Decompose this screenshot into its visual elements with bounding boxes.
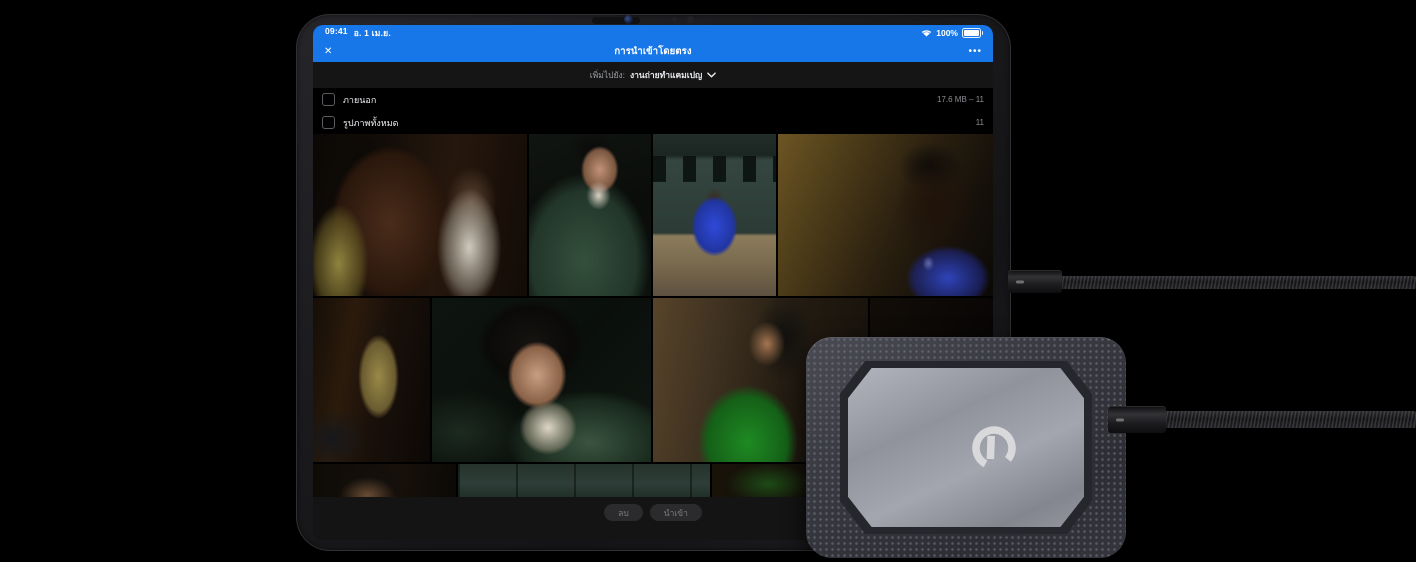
photo-thumbnail[interactable] bbox=[313, 134, 527, 296]
row-value: 11 bbox=[976, 118, 984, 127]
photo-thumbnail[interactable] bbox=[529, 134, 651, 296]
connector-mark bbox=[1116, 418, 1124, 421]
selection-list: ภายนอก 17.6 MB – 11 รูปภาพทั้งหมด 11 bbox=[313, 88, 993, 134]
list-item: รูปภาพทั้งหมด 11 bbox=[313, 111, 993, 134]
wifi-icon bbox=[921, 29, 932, 37]
row-label: รูปภาพทั้งหมด bbox=[343, 116, 399, 130]
photo-thumbnail[interactable] bbox=[458, 464, 710, 497]
more-options-icon[interactable]: ••• bbox=[968, 40, 982, 62]
photo-thumbnail[interactable] bbox=[313, 464, 456, 497]
nav-bar: ✕ การนำเข้าโดยตรง ••• bbox=[313, 40, 993, 62]
battery-icon bbox=[962, 28, 981, 38]
add-to-album-selector[interactable]: เพิ่มไปยัง: งานถ่ายทำแคมเปญ bbox=[313, 62, 993, 88]
add-to-label: เพิ่มไปยัง: bbox=[590, 68, 625, 82]
selected-album-name: งานถ่ายทำแคมเปญ bbox=[630, 68, 702, 82]
usb-cable-drive bbox=[1160, 411, 1416, 428]
scene: 09:41 อ. 1 เม.ย. 100% ✕ การนำเข้าโดยตรง … bbox=[0, 0, 1416, 562]
usb-connector-ipad bbox=[1008, 270, 1062, 293]
usb-cable-ipad bbox=[1056, 276, 1416, 289]
sensor-dot bbox=[687, 16, 694, 23]
delete-button[interactable]: ลบ bbox=[604, 504, 643, 521]
page-title: การนำเข้าโดยตรง bbox=[614, 44, 691, 59]
status-date: อ. 1 เม.ย. bbox=[354, 26, 391, 40]
battery-percent: 100% bbox=[936, 28, 958, 38]
close-icon[interactable]: ✕ bbox=[324, 40, 332, 62]
import-button[interactable]: นำเข้า bbox=[650, 504, 702, 521]
g-drive-logo-icon bbox=[965, 419, 1023, 477]
photo-thumbnail[interactable] bbox=[432, 298, 651, 462]
chevron-down-icon bbox=[707, 72, 716, 78]
photo-thumbnail[interactable] bbox=[313, 298, 430, 462]
row-label: ภายนอก bbox=[343, 93, 376, 107]
photo-thumbnail[interactable] bbox=[778, 134, 993, 296]
checkbox-external[interactable] bbox=[322, 93, 335, 106]
microphone-dot bbox=[672, 17, 677, 22]
camera-lens bbox=[624, 15, 633, 24]
status-time: 09:41 bbox=[325, 26, 348, 40]
row-value: 17.6 MB – 11 bbox=[937, 95, 984, 104]
list-item: ภายนอก 17.6 MB – 11 bbox=[313, 88, 993, 111]
connector-mark bbox=[1016, 280, 1024, 283]
drive-metal-plate bbox=[848, 368, 1084, 527]
external-ssd-drive bbox=[806, 337, 1126, 558]
usb-connector-drive bbox=[1108, 406, 1166, 433]
status-bar: 09:41 อ. 1 เม.ย. 100% bbox=[313, 25, 993, 40]
checkbox-all-photos[interactable] bbox=[322, 116, 335, 129]
photo-thumbnail[interactable] bbox=[653, 134, 776, 296]
